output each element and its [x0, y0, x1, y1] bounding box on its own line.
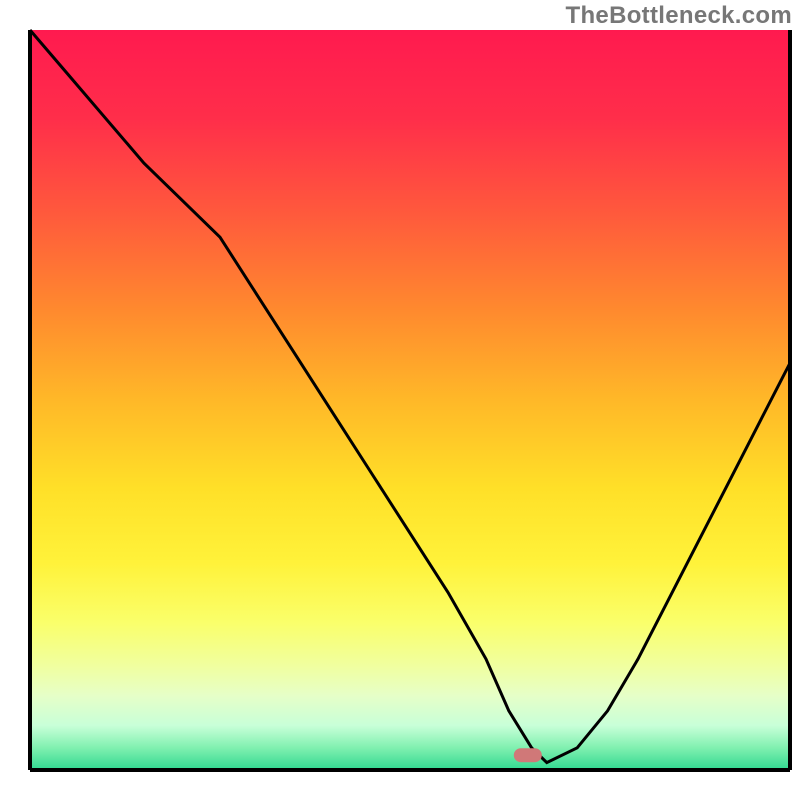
optimal-point-marker	[514, 748, 542, 762]
watermark-text: TheBottleneck.com	[566, 2, 792, 30]
gradient-background	[30, 30, 790, 770]
bottleneck-chart	[0, 0, 800, 800]
chart-container: TheBottleneck.com	[0, 0, 800, 800]
plot-area	[30, 30, 790, 770]
